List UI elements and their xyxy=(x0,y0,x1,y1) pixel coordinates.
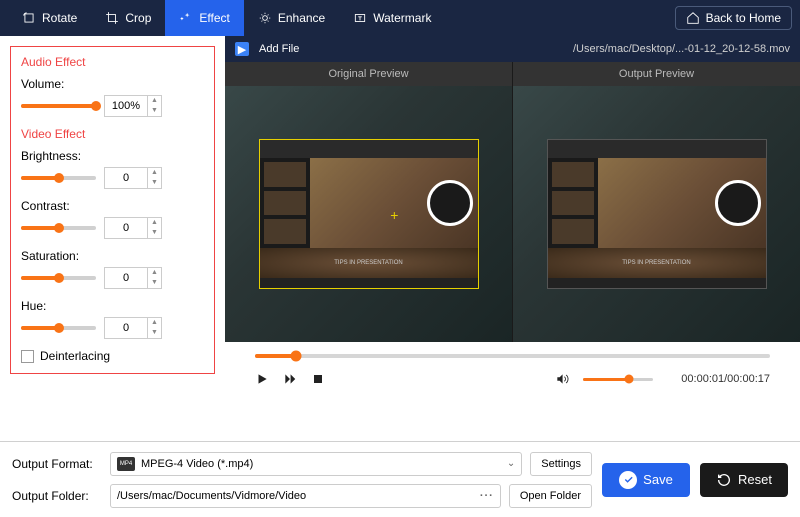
add-file-icon[interactable]: ▶ xyxy=(235,42,249,56)
saturation-input[interactable]: 0 ▲▼ xyxy=(104,267,162,289)
hue-value: 0 xyxy=(105,322,147,334)
playback-volume-slider[interactable] xyxy=(583,378,653,381)
reset-label: Reset xyxy=(738,472,772,487)
volume-spinners[interactable]: ▲▼ xyxy=(147,96,161,116)
hue-slider[interactable] xyxy=(21,326,96,330)
tab-label: Enhance xyxy=(278,11,325,25)
output-folder-value: /Users/mac/Documents/Vidmore/Video xyxy=(117,490,306,502)
audio-effect-title: Audio Effect xyxy=(21,55,204,69)
tab-effect[interactable]: Effect xyxy=(165,0,243,36)
contrast-slider[interactable] xyxy=(21,226,96,230)
saturation-slider[interactable] xyxy=(21,276,96,280)
deinterlacing-checkbox[interactable] xyxy=(21,350,34,363)
play-icon xyxy=(255,372,269,386)
output-format-select[interactable]: MP4 MPEG-4 Video (*.mp4) ⌄ xyxy=(110,452,522,476)
fast-forward-button[interactable] xyxy=(283,372,297,386)
contrast-input[interactable]: 0 ▲▼ xyxy=(104,217,162,239)
reset-button[interactable]: Reset xyxy=(700,463,788,497)
output-preview-title: Output Preview xyxy=(513,62,800,86)
file-path: /Users/mac/Desktop/...-01-12_20-12-58.mo… xyxy=(573,43,790,55)
volume-icon[interactable] xyxy=(555,372,569,386)
file-bar: ▶ Add File /Users/mac/Desktop/...-01-12_… xyxy=(225,36,800,62)
original-preview-title: Original Preview xyxy=(225,62,512,86)
top-toolbar: Rotate Crop Effect Enhance Watermark Bac… xyxy=(0,0,800,36)
brightness-label: Brightness: xyxy=(21,149,204,163)
saturation-spinners[interactable]: ▲▼ xyxy=(147,268,161,288)
output-preview-panel: Output Preview TIPS IN PRESENTATION xyxy=(512,62,800,342)
check-icon xyxy=(619,471,637,489)
reset-icon xyxy=(716,472,732,488)
save-label: Save xyxy=(643,472,673,487)
saturation-label: Saturation: xyxy=(21,249,204,263)
output-preview-frame: TIPS IN PRESENTATION xyxy=(547,139,767,289)
chevron-down-icon: ⌄ xyxy=(507,458,515,469)
deinterlacing-label: Deinterlacing xyxy=(40,349,110,363)
hue-label: Hue: xyxy=(21,299,204,313)
crop-center-icon[interactable]: + xyxy=(390,207,398,223)
output-format-label: Output Format: xyxy=(12,457,102,471)
volume-input[interactable]: 100% ▲▼ xyxy=(104,95,162,117)
bottom-bar: Output Format: MP4 MPEG-4 Video (*.mp4) … xyxy=(0,441,800,517)
brightness-slider[interactable] xyxy=(21,176,96,180)
contrast-label: Contrast: xyxy=(21,199,204,213)
preview-area: ▶ Add File /Users/mac/Desktop/...-01-12_… xyxy=(225,36,800,441)
output-preview-content: TIPS IN PRESENTATION xyxy=(513,86,800,342)
stop-button[interactable] xyxy=(311,372,325,386)
fast-forward-icon xyxy=(283,372,297,386)
open-folder-button[interactable]: Open Folder xyxy=(509,484,592,508)
volume-value: 100% xyxy=(105,100,147,112)
tab-crop[interactable]: Crop xyxy=(91,0,165,36)
output-format-value: MPEG-4 Video (*.mp4) xyxy=(141,458,253,470)
tab-enhance[interactable]: Enhance xyxy=(244,0,339,36)
video-effect-title: Video Effect xyxy=(21,127,204,141)
hue-spinners[interactable]: ▲▼ xyxy=(147,318,161,338)
tabs-group: Rotate Crop Effect Enhance Watermark xyxy=(8,0,445,36)
contrast-spinners[interactable]: ▲▼ xyxy=(147,218,161,238)
play-button[interactable] xyxy=(255,372,269,386)
browse-icon[interactable]: ··· xyxy=(480,490,494,502)
tab-label: Rotate xyxy=(42,11,77,25)
output-folder-label: Output Folder: xyxy=(12,489,102,503)
stop-icon xyxy=(312,373,324,385)
effects-panel: Audio Effect Volume: 100% ▲▼ Video Effec… xyxy=(10,46,215,374)
timeline-thumb[interactable] xyxy=(291,351,302,362)
brightness-input[interactable]: 0 ▲▼ xyxy=(104,167,162,189)
playback-controls: 00:00:01/00:00:17 xyxy=(225,364,800,394)
watermark-icon xyxy=(353,11,367,25)
tab-label: Effect xyxy=(199,11,229,25)
back-home-button[interactable]: Back to Home xyxy=(675,6,792,30)
tab-label: Watermark xyxy=(373,11,431,25)
output-folder-field[interactable]: /Users/mac/Documents/Vidmore/Video ··· xyxy=(110,484,501,508)
original-preview-content[interactable]: TIPS IN PRESENTATION + xyxy=(225,86,512,342)
brightness-value: 0 xyxy=(105,172,147,184)
enhance-icon xyxy=(258,11,272,25)
time-display: 00:00:01/00:00:17 xyxy=(681,373,770,385)
effect-icon xyxy=(179,11,193,25)
tab-label: Crop xyxy=(125,11,151,25)
contrast-value: 0 xyxy=(105,222,147,234)
volume-label: Volume: xyxy=(21,77,204,91)
preview-panels: Original Preview TIPS IN PRESENTATION + … xyxy=(225,62,800,342)
home-icon xyxy=(686,11,700,25)
original-preview-frame: TIPS IN PRESENTATION + xyxy=(259,139,479,289)
add-file-label[interactable]: Add File xyxy=(259,43,299,55)
tab-rotate[interactable]: Rotate xyxy=(8,0,91,36)
brightness-spinners[interactable]: ▲▼ xyxy=(147,168,161,188)
save-button[interactable]: Save xyxy=(602,463,690,497)
hue-input[interactable]: 0 ▲▼ xyxy=(104,317,162,339)
rotate-icon xyxy=(22,11,36,25)
back-home-label: Back to Home xyxy=(706,11,781,25)
tab-watermark[interactable]: Watermark xyxy=(339,0,445,36)
timeline[interactable] xyxy=(225,342,800,364)
volume-slider[interactable] xyxy=(21,104,96,108)
saturation-value: 0 xyxy=(105,272,147,284)
original-preview-panel: Original Preview TIPS IN PRESENTATION + xyxy=(225,62,512,342)
format-icon: MP4 xyxy=(117,457,135,471)
settings-button[interactable]: Settings xyxy=(530,452,592,476)
crop-icon xyxy=(105,11,119,25)
effects-sidebar: Audio Effect Volume: 100% ▲▼ Video Effec… xyxy=(0,36,225,441)
